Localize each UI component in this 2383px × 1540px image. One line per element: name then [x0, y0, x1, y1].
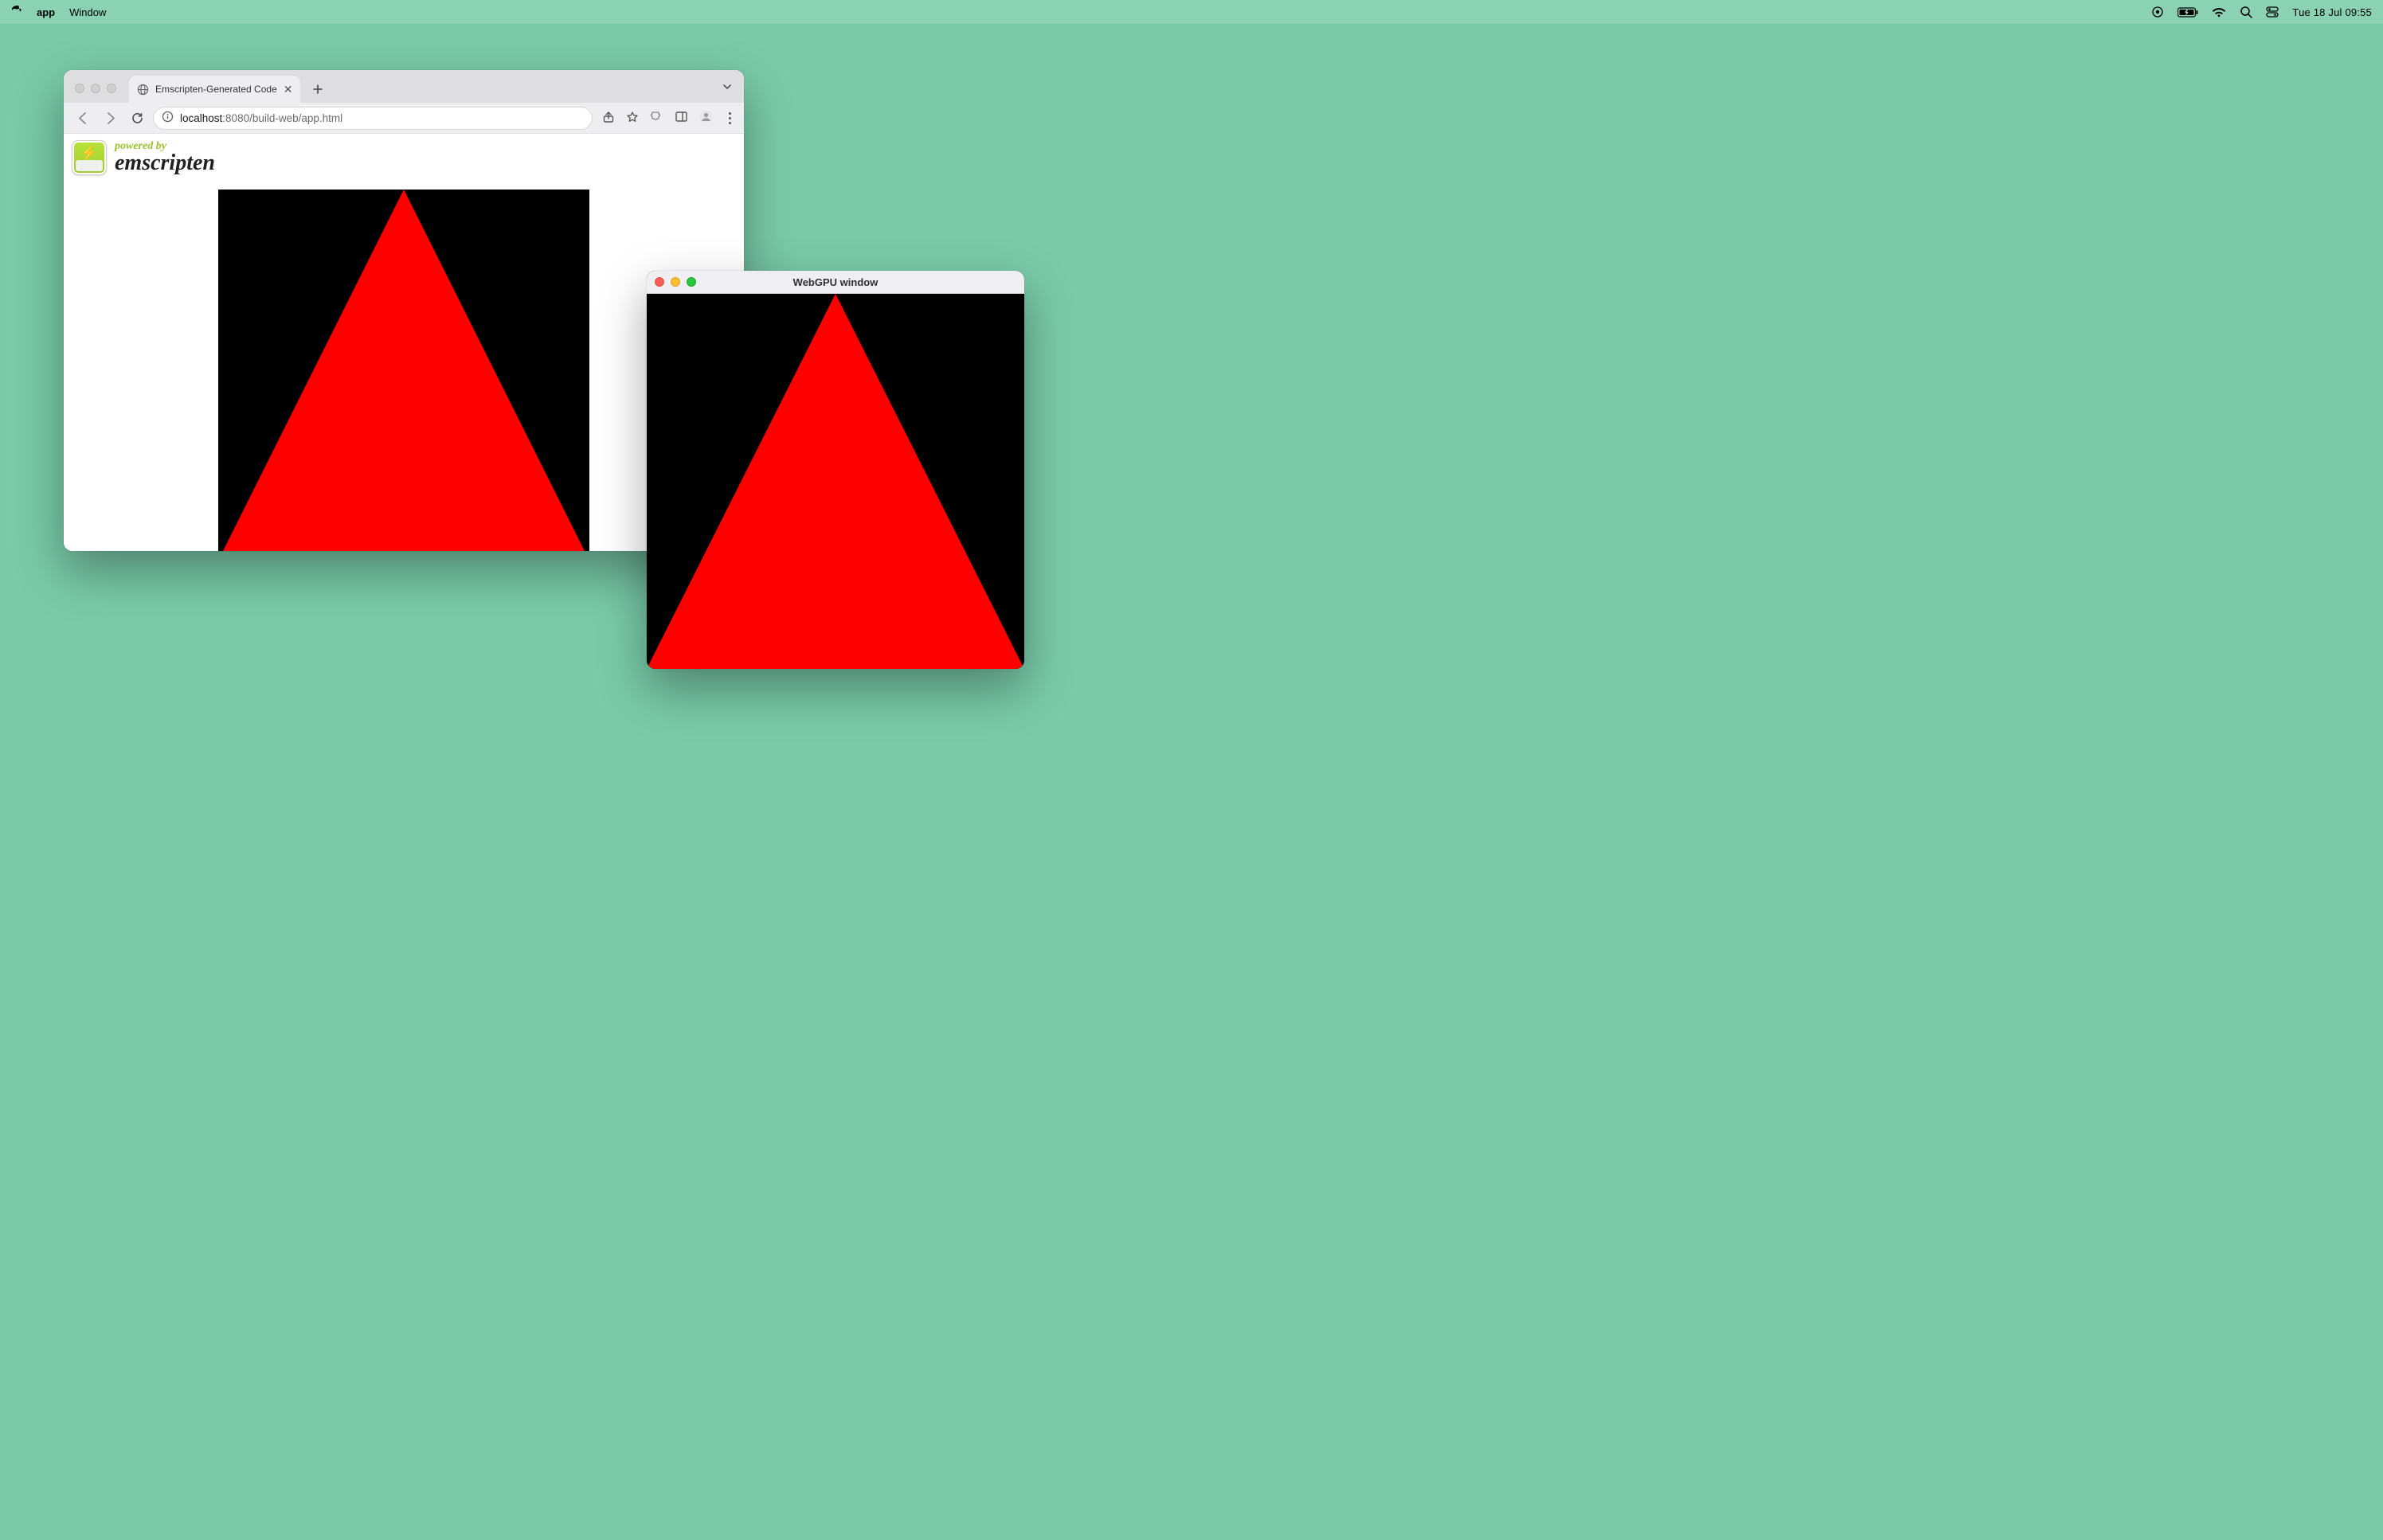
browser-window: Emscripten-Generated Code ✕: [64, 70, 744, 551]
url-rest: :8080/build-web/app.html: [222, 112, 342, 124]
browser-actions: [650, 109, 736, 127]
emscripten-text: powered by emscripten: [115, 141, 215, 174]
apple-logo-icon[interactable]: [11, 6, 22, 18]
share-icon[interactable]: [602, 111, 615, 126]
emscripten-header: ⚡ powered by emscripten: [64, 134, 744, 178]
tab-close-icon[interactable]: ✕: [284, 84, 293, 95]
new-tab-button[interactable]: [307, 78, 329, 100]
url-host: localhost: [180, 112, 222, 124]
browser-tab[interactable]: Emscripten-Generated Code ✕: [129, 76, 300, 103]
native-window-title: WebGPU window: [647, 276, 1024, 288]
address-bar[interactable]: localhost:8080/build-web/app.html: [153, 107, 593, 130]
traffic-light-zoom[interactable]: [107, 84, 116, 93]
back-button[interactable]: [72, 107, 94, 129]
menubar-right: Tue 18 Jul 09:55: [2151, 6, 2372, 18]
reload-button[interactable]: [126, 107, 148, 129]
menubar-left: app Window: [11, 6, 106, 18]
forward-button[interactable]: [99, 107, 121, 129]
browser-toolbar: localhost:8080/build-web/app.html: [64, 103, 744, 133]
site-info-icon[interactable]: [162, 111, 174, 125]
browser-chrome: Emscripten-Generated Code ✕: [64, 70, 744, 134]
native-window: WebGPU window: [647, 271, 1024, 669]
native-titlebar[interactable]: WebGPU window: [647, 271, 1024, 294]
browser-tab-title: Emscripten-Generated Code: [155, 84, 277, 95]
macos-menubar: app Window Tue 18 Jul 09:55: [0, 0, 2383, 24]
browser-tab-strip: Emscripten-Generated Code ✕: [64, 70, 744, 103]
spotlight-icon[interactable]: [2240, 6, 2252, 18]
native-canvas[interactable]: [647, 294, 1024, 669]
menubar-menu-window[interactable]: Window: [69, 6, 106, 18]
browser-traffic-lights: [75, 84, 116, 93]
profile-avatar-icon[interactable]: [699, 110, 713, 126]
battery-icon[interactable]: [2178, 7, 2198, 18]
extensions-icon[interactable]: [650, 110, 663, 126]
tab-overflow-button[interactable]: [722, 81, 733, 95]
wifi-icon[interactable]: [2212, 7, 2226, 18]
address-bar-actions: [602, 111, 639, 126]
screen-record-icon[interactable]: [2151, 6, 2164, 18]
menubar-app-name[interactable]: app: [37, 6, 55, 18]
globe-icon: [137, 84, 149, 96]
web-canvas[interactable]: [218, 190, 589, 551]
url-text: localhost:8080/build-web/app.html: [180, 112, 342, 124]
traffic-light-close[interactable]: [75, 84, 84, 93]
control-center-icon[interactable]: [2266, 6, 2279, 18]
bookmark-star-icon[interactable]: [626, 111, 639, 126]
browser-viewport: ⚡ powered by emscripten: [64, 134, 744, 551]
sidepanel-icon[interactable]: [675, 110, 688, 126]
emscripten-logo-icon: ⚡: [72, 140, 107, 175]
menubar-clock[interactable]: Tue 18 Jul 09:55: [2292, 6, 2372, 18]
browser-menu-button[interactable]: [724, 109, 736, 127]
emscripten-brand-label: emscripten: [115, 152, 215, 174]
traffic-light-minimize[interactable]: [91, 84, 100, 93]
